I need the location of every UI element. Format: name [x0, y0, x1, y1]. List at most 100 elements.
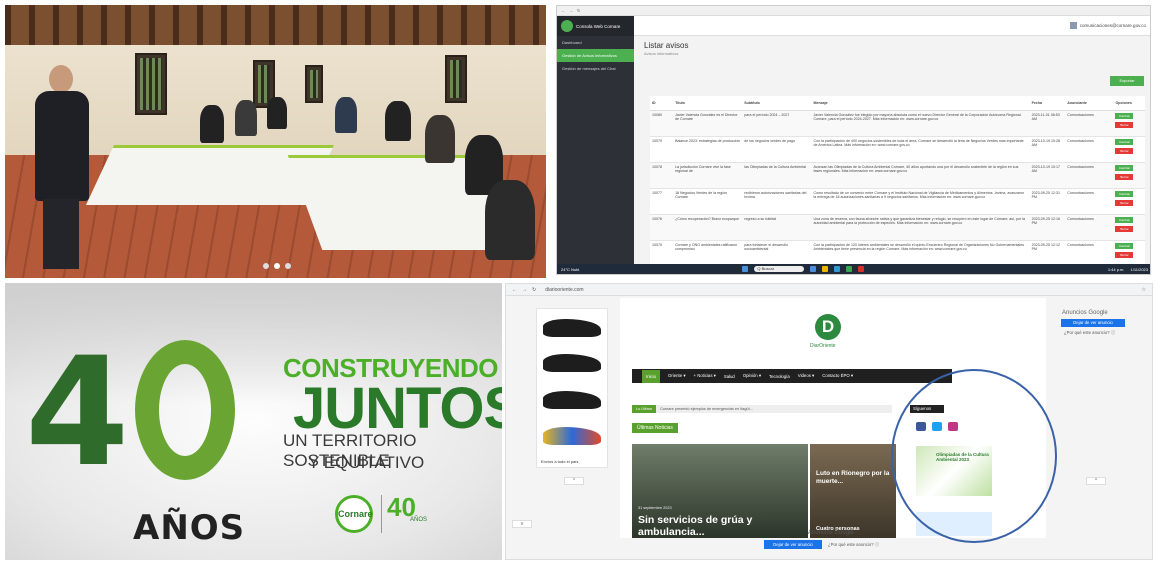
- edit-button[interactable]: Cambiar: [1115, 112, 1134, 119]
- table-row: 10079 Balance 2023: estrategias de produc…: [650, 135, 1145, 162]
- cell-fecha: 2023-10-19 10:26 AM: [1029, 135, 1066, 162]
- taskbar-app-icon[interactable]: [810, 266, 817, 272]
- carousel-dot[interactable]: [263, 263, 269, 269]
- weather-widget[interactable]: 24°C Nubl.: [561, 267, 580, 272]
- nav-tecnologia[interactable]: Tecnología: [769, 374, 790, 379]
- nav-opinion[interactable]: Opinión ▾: [743, 373, 761, 379]
- news-card[interactable]: Luto en Rionegro por la muerte... Cuatro…: [810, 444, 896, 538]
- taskbar-app-icon[interactable]: [846, 266, 853, 272]
- photo-window: [445, 55, 467, 103]
- admin-sidebar: Consola Web Cornare Dashboard Gestión de…: [557, 16, 634, 266]
- carousel-dot[interactable]: [285, 263, 291, 269]
- logo-divider: [381, 495, 382, 533]
- taskbar-time[interactable]: 1:44 p.m.: [1108, 267, 1125, 272]
- cell-fecha: 2023-09-25 12:31 PM: [1029, 187, 1066, 214]
- edit-button[interactable]: Cambiar: [1115, 242, 1134, 249]
- edit-button[interactable]: Cambiar: [1115, 216, 1134, 223]
- sidebar-item-dashboard[interactable]: Dashboard: [557, 36, 634, 49]
- col-fecha[interactable]: Fecha: [1029, 96, 1066, 111]
- nav-oriente[interactable]: Oriente ▾: [668, 373, 685, 379]
- cell-opciones: Cambiar Borrar: [1113, 239, 1145, 266]
- cell-id: 10079: [650, 135, 674, 162]
- shoe-image[interactable]: [543, 319, 601, 337]
- delete-button[interactable]: Borrar: [1115, 251, 1134, 258]
- carousel-dot-active[interactable]: [274, 263, 280, 269]
- why-ad-link[interactable]: ¿Por qué este anuncio? ⓘ: [1064, 330, 1115, 336]
- delete-button[interactable]: Borrar: [1115, 225, 1134, 232]
- taskbar-search[interactable]: Q Buscar: [754, 266, 805, 272]
- news-headline[interactable]: Luto en Rionegro por la muerte...: [816, 470, 892, 486]
- sidebar-item-avisos[interactable]: Gestión de Avisos Informativos: [557, 49, 634, 62]
- forward-icon[interactable]: →: [569, 8, 573, 13]
- delete-button[interactable]: Borrar: [1115, 173, 1134, 180]
- col-id[interactable]: ID: [650, 96, 674, 111]
- forward-icon[interactable]: →: [522, 287, 527, 293]
- cell-anunciante: Comunicaciones: [1065, 109, 1114, 136]
- bookmark-icon[interactable]: ☆: [1142, 287, 1146, 293]
- user-avatar-icon[interactable]: [1069, 22, 1077, 29]
- collapse-ad-button[interactable]: ^: [1086, 477, 1106, 485]
- shoe-image[interactable]: [543, 427, 601, 445]
- forty-digit-four: 4: [25, 326, 130, 500]
- stop-ad-button[interactable]: Dejar de ver anuncio: [764, 540, 822, 549]
- cell-titulo: Balance 2023: estrategias de producción: [673, 135, 743, 162]
- taskbar-app-icon[interactable]: [822, 266, 829, 272]
- news-headline[interactable]: Sin servicios de grúa y ambulancia...: [638, 514, 808, 538]
- shoe-image[interactable]: [543, 354, 601, 372]
- news-date: 31 septiembre 2023: [638, 506, 672, 510]
- reload-icon[interactable]: ↻: [532, 287, 536, 293]
- site-name[interactable]: DiarOriente: [810, 343, 836, 349]
- shoe-ad[interactable]: Envíos a todo el país: [536, 308, 608, 468]
- edit-button[interactable]: Cambiar: [1115, 164, 1134, 171]
- table-row: 10078 La jurisdicción Cornare vive la fas…: [650, 161, 1145, 188]
- user-email[interactable]: comunicaciones@cornare.gov.co: [1080, 23, 1146, 28]
- google-ads-label: Anuncios Google: [1062, 310, 1108, 316]
- why-ad-link[interactable]: ¿Por qué este anuncio? ⓘ: [828, 540, 879, 549]
- delete-button[interactable]: Borrar: [1115, 121, 1134, 128]
- col-subtitulo[interactable]: Subtítulo: [742, 96, 812, 111]
- ticker-text[interactable]: Cornare presentó ejemplos de emergencias…: [660, 407, 753, 411]
- table-row: 10076 ¿Cómo recuperación? Bravo ecoparque…: [650, 213, 1145, 240]
- col-anunciante[interactable]: Anunciante: [1065, 96, 1114, 111]
- col-titulo[interactable]: Título: [673, 96, 743, 111]
- edit-button[interactable]: Cambiar: [1115, 190, 1134, 197]
- back-icon[interactable]: ←: [561, 8, 565, 13]
- collapse-ad-button[interactable]: ^: [564, 477, 584, 485]
- nav-contacto[interactable]: Contacto ÉPO ▾: [822, 373, 853, 379]
- cell-mensaje: Javier Valencia González fue elegido por…: [811, 109, 1030, 136]
- nav-salud[interactable]: Salud: [724, 374, 735, 379]
- sidebar-item-chat[interactable]: Gestión de mensajes del Chat: [557, 62, 634, 75]
- featured-news-card[interactable]: 31 septiembre 2023 Sin servicios de grúa…: [632, 444, 808, 538]
- windows-start-icon[interactable]: [742, 266, 749, 272]
- delete-button[interactable]: Borrar: [1115, 199, 1134, 206]
- shoe-ad-text[interactable]: Envíos a todo el país: [541, 459, 578, 464]
- edit-button[interactable]: Cambiar: [1115, 138, 1134, 145]
- back-icon[interactable]: ←: [512, 287, 517, 293]
- photo-window: [135, 53, 167, 115]
- admin-console-screenshot: ← → ↻ Consola Web Cornare Dashboard Gest…: [556, 5, 1151, 275]
- expand-ad-button[interactable]: v: [512, 520, 532, 528]
- carousel-dots[interactable]: [263, 263, 291, 269]
- taskbar-date[interactable]: 1/11/2023: [1131, 267, 1149, 272]
- photo-window: [305, 65, 323, 103]
- col-mensaje[interactable]: Mensaje: [811, 96, 1030, 111]
- news-ticker[interactable]: Lo Último Cornare presentó ejemplos de e…: [632, 405, 892, 413]
- shoe-image[interactable]: [543, 391, 601, 409]
- reload-icon[interactable]: ↻: [577, 8, 580, 13]
- export-button[interactable]: Exportar: [1110, 76, 1144, 86]
- nav-inicio[interactable]: Inicio: [642, 369, 661, 383]
- taskbar-app-icon[interactable]: [858, 266, 865, 272]
- cornare-logo-icon: [561, 20, 573, 32]
- diarioriente-logo[interactable]: D: [815, 314, 841, 340]
- taskbar-app-icon[interactable]: [834, 266, 841, 272]
- photo-attendee: [485, 180, 535, 260]
- admin-topbar: comunicaciones@cornare.gov.co: [634, 16, 1150, 36]
- nav-noticias[interactable]: + Noticias ▾: [693, 373, 715, 379]
- photo-attendee: [335, 97, 357, 133]
- nav-videos[interactable]: Videos ▾: [798, 373, 814, 379]
- delete-button[interactable]: Borrar: [1115, 147, 1134, 154]
- stop-ad-button[interactable]: Dejar de ver anuncio: [1061, 319, 1125, 327]
- cell-fecha: 2023-10-19 10:17 AM: [1029, 161, 1066, 188]
- cell-mensaje: Con la participación de 120 líderes ambi…: [811, 239, 1030, 266]
- address-bar[interactable]: diariooriente.com: [541, 287, 1136, 293]
